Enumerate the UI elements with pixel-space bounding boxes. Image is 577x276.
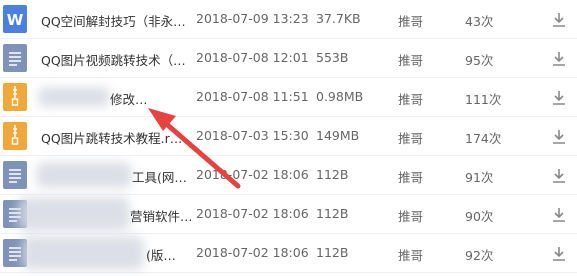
download-icon[interactable] bbox=[551, 207, 567, 223]
zip-icon bbox=[3, 83, 27, 111]
file-row[interactable]: 工具(网… 2018-07-02 18:06 112B 推哥 91次 bbox=[0, 156, 577, 195]
file-date: 2018-07-02 18:06 bbox=[196, 245, 309, 260]
file-date: 2018-07-09 13:23 bbox=[196, 11, 309, 26]
download-icon[interactable] bbox=[551, 246, 567, 262]
download-icon[interactable] bbox=[551, 90, 567, 106]
file-size: 37.7KB bbox=[316, 11, 361, 26]
file-uploader: 推哥 bbox=[398, 131, 424, 146]
file-name[interactable]: QQ图片视频跳转技术（… bbox=[41, 50, 186, 69]
file-name[interactable]: QQ图片跳转技术教程.r… bbox=[41, 128, 182, 147]
download-icon[interactable] bbox=[551, 12, 567, 28]
file-date: 2018-07-08 11:51 bbox=[196, 89, 309, 104]
file-row[interactable]: 修改… 2018-07-08 11:51 0.98MB 推哥 111次 bbox=[0, 78, 577, 117]
file-size: 112B bbox=[316, 167, 349, 182]
blurred-filename-mask bbox=[22, 236, 144, 270]
file-size: 112B bbox=[316, 245, 349, 260]
document-icon bbox=[3, 44, 27, 72]
file-uploader: 推哥 bbox=[398, 170, 424, 185]
file-date: 2018-07-02 18:06 bbox=[196, 206, 309, 221]
file-size: 149MB bbox=[316, 128, 360, 143]
download-icon[interactable] bbox=[551, 51, 567, 67]
file-name[interactable]: QQ空间解封技巧（非永… bbox=[41, 11, 186, 30]
download-count: 174次 bbox=[465, 131, 502, 146]
download-count: 92次 bbox=[465, 248, 494, 263]
file-row[interactable]: (版… 2018-07-02 18:06 112B 推哥 92次 bbox=[0, 234, 577, 273]
zip-icon bbox=[3, 122, 27, 150]
file-uploader: 推哥 bbox=[398, 14, 424, 29]
file-size: 0.98MB bbox=[316, 89, 364, 104]
download-icon[interactable] bbox=[551, 168, 567, 184]
download-count: 91次 bbox=[465, 170, 494, 185]
download-icon[interactable] bbox=[551, 129, 567, 145]
download-count: 43次 bbox=[465, 14, 494, 29]
blurred-filename-mask bbox=[38, 87, 110, 107]
file-size: 553B bbox=[316, 50, 349, 65]
file-name[interactable]: 工具(网… bbox=[132, 167, 187, 186]
blurred-filename-mask bbox=[36, 162, 132, 188]
blurred-filename-mask bbox=[18, 197, 130, 231]
document-icon bbox=[3, 161, 27, 189]
file-uploader: 推哥 bbox=[398, 209, 424, 224]
file-uploader: 推哥 bbox=[398, 92, 424, 107]
download-count: 95次 bbox=[465, 53, 494, 68]
file-name[interactable]: 营销软件… bbox=[130, 206, 193, 225]
file-date: 2018-07-08 12:01 bbox=[196, 50, 309, 65]
file-list: W QQ空间解封技巧（非永… 2018-07-09 13:23 37.7KB 推… bbox=[0, 0, 577, 273]
download-count: 90次 bbox=[465, 209, 494, 224]
file-row[interactable]: QQ图片跳转技术教程.r… 2018-07-03 15:30 149MB 推哥 … bbox=[0, 117, 577, 156]
file-uploader: 推哥 bbox=[398, 53, 424, 68]
file-row[interactable]: QQ图片视频跳转技术（… 2018-07-08 12:01 553B 推哥 95… bbox=[0, 39, 577, 78]
svg-text:W: W bbox=[7, 11, 24, 29]
file-uploader: 推哥 bbox=[398, 248, 424, 263]
file-date: 2018-07-03 15:30 bbox=[196, 128, 309, 143]
file-row[interactable]: W QQ空间解封技巧（非永… 2018-07-09 13:23 37.7KB 推… bbox=[0, 0, 577, 39]
file-date: 2018-07-02 18:06 bbox=[196, 167, 309, 182]
word-icon: W bbox=[3, 5, 27, 33]
file-name[interactable]: 修改… bbox=[110, 89, 148, 108]
download-count: 111次 bbox=[465, 92, 502, 107]
file-size: 112B bbox=[316, 206, 349, 221]
file-name[interactable]: (版… bbox=[146, 245, 176, 264]
file-row[interactable]: 营销软件… 2018-07-02 18:06 112B 推哥 90次 bbox=[0, 195, 577, 234]
